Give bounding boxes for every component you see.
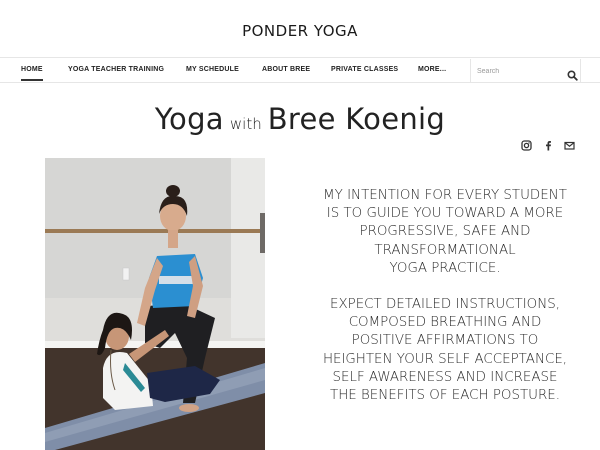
search-box bbox=[470, 59, 581, 83]
page-title-part-1: Yoga bbox=[154, 102, 224, 136]
page-title: Yoga with Bree Koenig bbox=[0, 99, 600, 137]
intro-line: POSITIVE AFFIRMATIONS TO bbox=[351, 333, 539, 349]
nav-item-private-classes[interactable]: PRIVATE CLASSES bbox=[331, 66, 398, 73]
nav-item-more[interactable]: MORE... bbox=[418, 66, 446, 73]
nav-item-home[interactable]: HOME bbox=[21, 66, 43, 81]
intro-line: IS TO GUIDE YOU TOWARD A MORE bbox=[326, 206, 564, 222]
intro-line: YOGA PRACTICE. bbox=[389, 260, 501, 276]
nav-item-my-schedule[interactable]: MY SCHEDULE bbox=[186, 66, 239, 73]
intro-line: COMPOSED BREATHING AND bbox=[348, 315, 542, 331]
page-title-part-2: with bbox=[229, 115, 262, 133]
intro-line: EXPECT DETAILED INSTRUCTIONS, bbox=[329, 297, 560, 313]
search-icon[interactable] bbox=[567, 66, 578, 81]
facebook-icon[interactable] bbox=[542, 139, 554, 151]
intro-line: SELF AWARENESS AND INCREASE bbox=[332, 369, 558, 385]
intro-text: MY INTENTION FOR EVERY STUDENT IS TO GUI… bbox=[302, 187, 588, 423]
intro-paragraph-2: EXPECT DETAILED INSTRUCTIONS, COMPOSED B… bbox=[302, 296, 588, 405]
instagram-icon[interactable] bbox=[520, 139, 532, 151]
intro-line: MY INTENTION FOR EVERY STUDENT bbox=[323, 188, 567, 203]
site-title[interactable]: PONDER YOGA bbox=[0, 22, 600, 40]
nav-item-yoga-teacher-training[interactable]: YOGA TEACHER TRAINING bbox=[68, 66, 164, 73]
intro-line: PROGRESSIVE, SAFE AND bbox=[359, 224, 531, 240]
intro-line: THE BENEFITS OF EACH POSTURE. bbox=[330, 388, 560, 404]
nav-item-about-bree[interactable]: ABOUT BREE bbox=[262, 66, 310, 73]
email-icon[interactable] bbox=[563, 139, 575, 151]
instructor-photo bbox=[45, 158, 265, 450]
site-header: PONDER YOGA bbox=[0, 0, 600, 58]
page-title-part-3: Bree Koenig bbox=[267, 102, 446, 136]
main-nav: HOME YOGA TEACHER TRAINING MY SCHEDULE A… bbox=[0, 59, 600, 83]
intro-line: TRANSFORMATIONAL bbox=[374, 242, 516, 258]
search-input[interactable] bbox=[477, 64, 563, 78]
intro-paragraph-1: MY INTENTION FOR EVERY STUDENT IS TO GUI… bbox=[302, 187, 588, 278]
intro-line: HEIGHTEN YOUR SELF ACCEPTANCE, bbox=[322, 351, 568, 367]
